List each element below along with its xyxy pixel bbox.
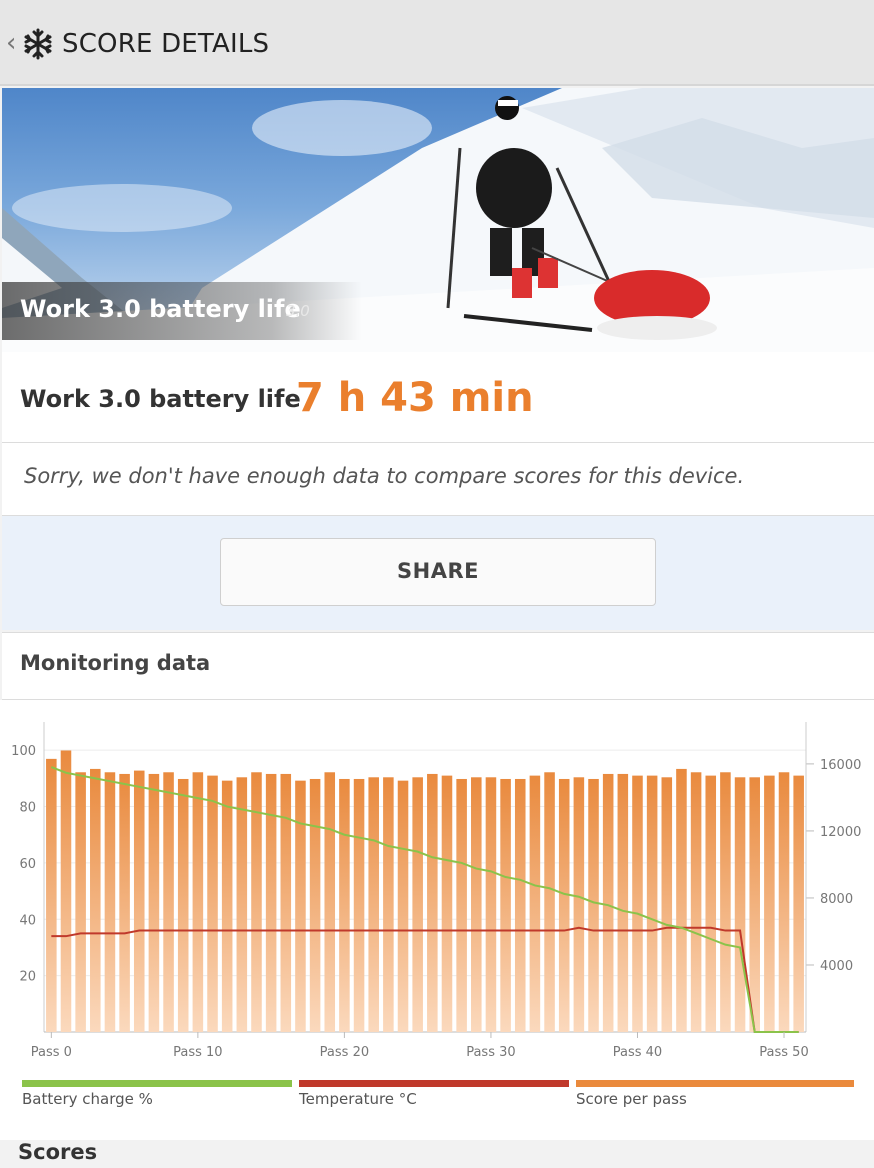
score-bar (427, 773, 438, 1032)
score-bar (280, 773, 292, 1032)
right-axis-tick-label: 8000 (820, 892, 853, 907)
right-axis-tick-label: 4000 (820, 959, 853, 974)
score-bar (104, 772, 116, 1032)
x-axis-tick-label: Pass 20 (320, 1045, 369, 1060)
chevron-left-icon[interactable]: ‹ (6, 28, 16, 58)
x-axis-tick-label: Pass 30 (466, 1045, 515, 1060)
score-bar (90, 768, 101, 1032)
score-bar (558, 778, 570, 1032)
score-bar (529, 775, 541, 1032)
share-button-label: SHARE (397, 559, 479, 583)
result-label: Work 3.0 battery life (20, 385, 301, 413)
legend-swatch-score (576, 1080, 854, 1087)
score-bar (412, 777, 423, 1032)
monitoring-chart: 20 40 60 80 100 4000 8000 12000 16000 Pass 0 Pass … (0, 700, 874, 1140)
score-bar (778, 772, 790, 1032)
score-bar (148, 773, 160, 1032)
score-bar (456, 778, 467, 1032)
score-bar (676, 768, 687, 1032)
scores-title: Scores (18, 1140, 98, 1164)
score-bar (368, 777, 379, 1032)
x-axis-tick-label: Pass 50 (759, 1045, 808, 1060)
monitoring-header: Monitoring data (2, 632, 874, 700)
score-bar (236, 777, 248, 1032)
x-axis-tick-label: Pass 10 (173, 1045, 222, 1060)
left-axis-tick-label: 100 (11, 744, 36, 759)
score-bar (749, 777, 760, 1032)
score-bar (46, 758, 57, 1032)
notice-text: Sorry, we don't have enough data to comp… (24, 464, 745, 488)
x-axis-tick-label: Pass 0 (31, 1045, 72, 1060)
left-axis-tick-label: 40 (19, 913, 36, 928)
score-bar (60, 750, 72, 1032)
score-bar (163, 772, 174, 1032)
chart-svg: 20 40 60 80 100 4000 8000 12000 16000 Pass 0 Pass … (11, 722, 861, 1060)
top-bar: ‹ SCORE DETAILS (0, 0, 874, 86)
share-section: SHARE (2, 516, 874, 630)
hero-version: 3.0 (286, 302, 310, 320)
x-axis-tick-label: Pass 40 (613, 1045, 662, 1060)
score-bar (383, 777, 394, 1032)
score-bar (339, 778, 350, 1032)
score-bar (764, 775, 775, 1032)
score-bar (192, 772, 204, 1032)
score-bar (265, 773, 277, 1032)
score-bar (353, 778, 365, 1032)
score-bar (690, 772, 702, 1032)
score-bar (632, 775, 643, 1032)
score-bar (397, 780, 409, 1032)
score-bar (793, 775, 804, 1032)
right-axis-tick-label: 16000 (820, 758, 861, 773)
score-bar (544, 772, 555, 1032)
score-bar (617, 773, 629, 1032)
legend-swatch-battery (22, 1080, 292, 1087)
result-value: 7 h 43 min (296, 375, 534, 421)
score-bar (471, 777, 482, 1032)
score-bar (295, 780, 306, 1032)
score-bar (573, 777, 585, 1032)
monitoring-title: Monitoring data (20, 651, 211, 675)
score-bar (661, 777, 673, 1032)
score-bar (324, 772, 336, 1032)
result-row: Work 3.0 battery life 7 h 43 min (2, 352, 874, 443)
score-bar (588, 778, 599, 1032)
score-bar (75, 772, 86, 1032)
score-bar (734, 777, 746, 1032)
hero-title: Work 3.0 battery life (20, 295, 301, 323)
legend-swatch-temperature (299, 1080, 569, 1087)
score-bar (485, 777, 497, 1032)
legend-label-battery: Battery charge % (22, 1090, 153, 1108)
score-bar (646, 775, 658, 1032)
score-bar (705, 775, 717, 1032)
left-axis-tick-label: 20 (19, 970, 36, 985)
left-axis-tick-label: 60 (19, 857, 36, 872)
hero-image: Work 3.0 battery life 3.0 (2, 88, 874, 352)
comparison-notice: Sorry, we don't have enough data to comp… (2, 443, 874, 516)
legend-label-temperature: Temperature °C (299, 1090, 417, 1108)
score-bar (500, 778, 511, 1032)
left-axis-tick-label: 80 (19, 801, 36, 816)
page-title: SCORE DETAILS (62, 29, 270, 59)
score-bar (441, 775, 453, 1032)
score-bar (177, 778, 189, 1032)
score-bar (207, 775, 218, 1032)
score-bar (221, 780, 233, 1032)
snowflake-icon (24, 28, 52, 60)
right-axis-tick-label: 12000 (820, 825, 861, 840)
score-bar (720, 772, 731, 1032)
legend-label-score: Score per pass (576, 1090, 687, 1108)
score-bar (514, 778, 526, 1032)
score-bar (133, 770, 145, 1032)
score-bar (602, 773, 614, 1032)
score-bar (119, 773, 130, 1032)
score-bar (309, 778, 321, 1032)
share-button[interactable]: SHARE (220, 538, 656, 606)
